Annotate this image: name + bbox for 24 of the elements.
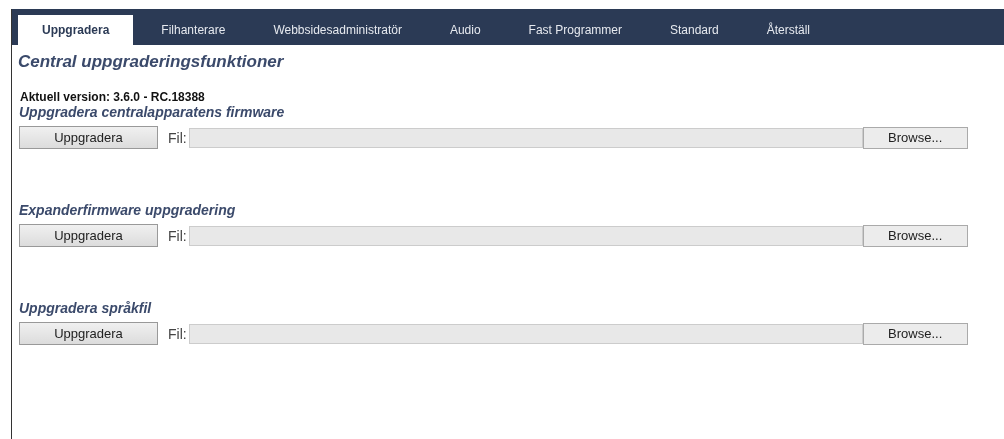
tab[interactable]: Uppgradera xyxy=(18,15,134,45)
tab[interactable]: Webbsidesadministratör xyxy=(249,15,426,45)
browse-button[interactable]: Browse... xyxy=(862,322,968,345)
tab[interactable]: Filhanterare xyxy=(137,15,250,45)
upgrade-button[interactable]: Uppgradera xyxy=(19,224,158,247)
section-title: Uppgradera centralapparatens firmware xyxy=(19,104,286,120)
file-label: Fil: xyxy=(168,227,187,244)
file-path-field[interactable] xyxy=(188,127,863,148)
browse-button[interactable]: Browse... xyxy=(862,126,968,149)
page-heading: Central uppgraderingsfunktioner xyxy=(18,52,285,72)
tab[interactable]: Standard xyxy=(645,15,743,45)
upgrade-button[interactable]: Uppgradera xyxy=(19,322,158,345)
file-path-field[interactable] xyxy=(188,323,863,344)
section-title: Expanderfirmware uppgradering xyxy=(19,202,237,218)
section-title: Uppgradera språkfil xyxy=(19,300,153,316)
upgrade-button[interactable]: Uppgradera xyxy=(19,126,158,149)
tab[interactable]: Återställ xyxy=(742,15,835,45)
tab[interactable]: Audio xyxy=(425,15,505,45)
browse-button[interactable]: Browse... xyxy=(862,224,968,247)
tab[interactable]: Fast Programmer xyxy=(504,15,646,45)
file-path-field[interactable] xyxy=(188,225,863,246)
file-label: Fil: xyxy=(168,325,187,342)
version-text: Aktuell version: 3.6.0 - RC.18388 xyxy=(20,90,206,104)
file-label: Fil: xyxy=(168,129,187,146)
